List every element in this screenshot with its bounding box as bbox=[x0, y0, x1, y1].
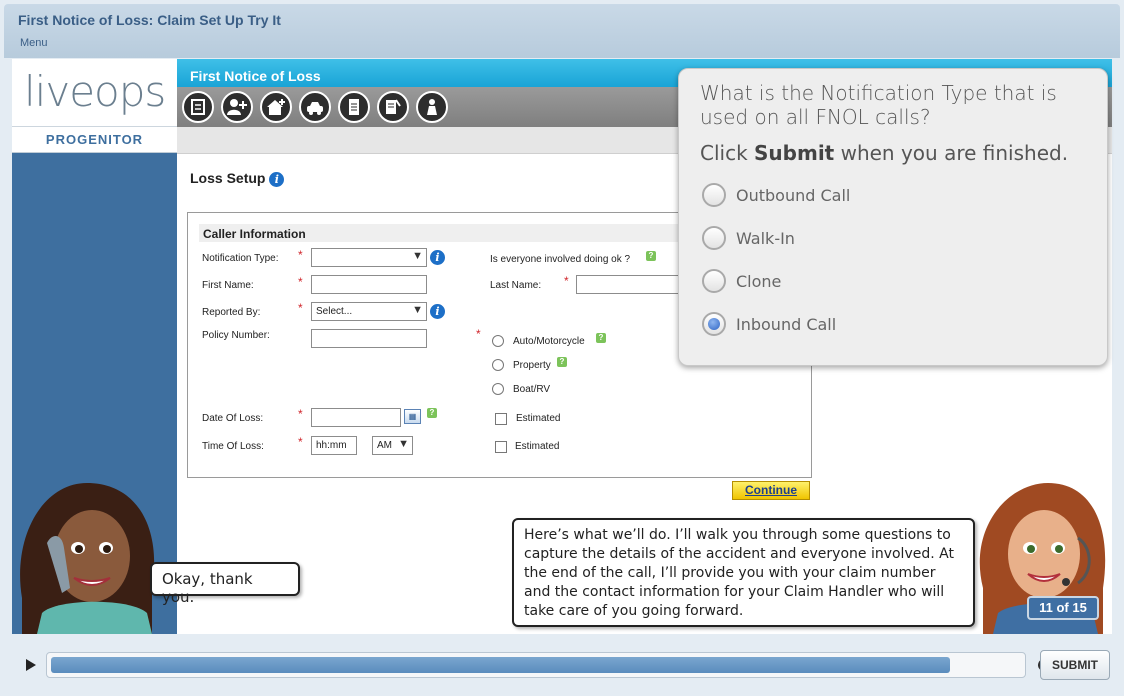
notes-icon[interactable] bbox=[182, 91, 214, 123]
required-marker: * bbox=[298, 435, 303, 449]
calendar-icon[interactable]: ▦ bbox=[404, 409, 421, 424]
edit-document-icon[interactable] bbox=[377, 91, 409, 123]
radio-button[interactable] bbox=[702, 226, 726, 250]
reported-by-value: Select... bbox=[316, 306, 353, 317]
option-clone[interactable]: Clone bbox=[702, 268, 781, 294]
info-icon[interactable]: i bbox=[430, 250, 445, 265]
agent-speech-bubble: Here’s what we’ll do. I’ll walk you thro… bbox=[512, 518, 975, 627]
question-instruction: Click Submit when you are finished. bbox=[700, 141, 1068, 165]
logo-subtitle-box: PROGENITOR bbox=[12, 127, 177, 153]
auto-motorcycle-radio[interactable] bbox=[492, 335, 504, 347]
course-title: First Notice of Loss: Claim Set Up Try I… bbox=[18, 12, 281, 28]
help-icon[interactable]: ? bbox=[646, 251, 656, 261]
policy-number-label: Policy Number: bbox=[202, 330, 270, 341]
estimated-date-checkbox[interactable] bbox=[495, 413, 507, 425]
seek-progress bbox=[51, 657, 950, 673]
chevron-down-icon: ▼ bbox=[412, 250, 423, 262]
instruction-suffix: when you are finished. bbox=[834, 141, 1069, 165]
document-icon[interactable] bbox=[338, 91, 370, 123]
auto-motorcycle-label: Auto/Motorcycle bbox=[513, 336, 585, 347]
option-label: Outbound Call bbox=[736, 185, 851, 205]
time-of-loss-field[interactable]: hh:mm bbox=[311, 436, 357, 455]
estimated-time-checkbox[interactable] bbox=[495, 441, 507, 453]
player-bar: SUBMIT bbox=[4, 640, 1120, 692]
required-marker: * bbox=[298, 275, 303, 289]
radio-button-selected[interactable] bbox=[702, 312, 726, 336]
am-pm-value: AM bbox=[377, 440, 392, 451]
logo-text: liveops bbox=[24, 67, 166, 116]
option-inbound-call[interactable]: Inbound Call bbox=[702, 311, 836, 337]
add-person-icon[interactable] bbox=[221, 91, 253, 123]
estimated-label: Estimated bbox=[516, 413, 561, 424]
required-marker: * bbox=[298, 248, 303, 262]
date-of-loss-field[interactable] bbox=[311, 408, 401, 427]
instruction-bold: Submit bbox=[754, 141, 835, 165]
required-marker: * bbox=[298, 301, 303, 315]
everyone-ok-label: Is everyone involved doing ok ? bbox=[490, 254, 631, 265]
option-walk-in[interactable]: Walk-In bbox=[702, 225, 795, 251]
first-name-field[interactable] bbox=[311, 275, 427, 294]
info-icon[interactable]: i bbox=[269, 171, 285, 187]
question-panel: What is the Notification Type that is us… bbox=[678, 68, 1108, 366]
info-icon[interactable]: i bbox=[430, 304, 445, 319]
menu-link[interactable]: Menu bbox=[20, 37, 48, 49]
add-home-icon[interactable] bbox=[260, 91, 292, 123]
date-of-loss-label: Date Of Loss: bbox=[202, 413, 264, 424]
help-icon[interactable]: ? bbox=[596, 333, 606, 343]
page-title: Loss Setup i bbox=[190, 170, 285, 187]
page-title-text: Loss Setup bbox=[190, 170, 266, 186]
option-label: Walk-In bbox=[736, 228, 795, 248]
play-icon[interactable] bbox=[20, 655, 40, 675]
boat-rv-label: Boat/RV bbox=[513, 384, 551, 395]
required-marker: * bbox=[564, 274, 569, 288]
instruction-prefix: Click bbox=[700, 141, 755, 165]
course-player: First Notice of Loss: Claim Set Up Try I… bbox=[0, 0, 1124, 696]
logo-subtitle: PROGENITOR bbox=[45, 132, 144, 147]
boat-rv-radio[interactable] bbox=[492, 383, 504, 395]
seek-bar[interactable] bbox=[46, 652, 1051, 678]
estimated-label: Estimated bbox=[515, 441, 560, 452]
property-radio[interactable] bbox=[492, 359, 504, 371]
last-name-field[interactable] bbox=[576, 275, 686, 294]
submit-button[interactable]: SUBMIT bbox=[1040, 650, 1110, 680]
help-icon[interactable]: ? bbox=[557, 357, 567, 367]
required-marker: * bbox=[298, 407, 303, 421]
required-marker: * bbox=[476, 327, 481, 341]
logo: liveops bbox=[12, 59, 177, 127]
time-of-loss-label: Time Of Loss: bbox=[202, 441, 264, 452]
policy-number-field[interactable] bbox=[311, 329, 427, 348]
option-outbound-call[interactable]: Outbound Call bbox=[702, 182, 850, 208]
reported-by-label: Reported By: bbox=[202, 307, 261, 318]
reported-by-select[interactable]: Select... ▼ bbox=[311, 302, 427, 321]
notification-type-label: Notification Type: bbox=[202, 253, 279, 264]
section-heading: Caller Information bbox=[199, 224, 679, 242]
continue-button[interactable]: Continue bbox=[732, 481, 810, 500]
chevron-down-icon: ▼ bbox=[398, 438, 409, 450]
question-text: What is the Notification Type that is us… bbox=[700, 81, 1057, 129]
chevron-down-icon: ▼ bbox=[412, 304, 423, 316]
app-title: First Notice of Loss bbox=[190, 68, 321, 84]
radio-button[interactable] bbox=[702, 183, 726, 207]
help-icon[interactable]: ? bbox=[427, 408, 437, 418]
person-icon[interactable] bbox=[416, 91, 448, 123]
notification-type-select[interactable]: ▼ bbox=[311, 248, 427, 267]
am-pm-select[interactable]: AM ▼ bbox=[372, 436, 413, 455]
vehicle-icon[interactable] bbox=[299, 91, 331, 123]
caller-speech-bubble: Okay, thank you. bbox=[150, 562, 300, 606]
property-label: Property bbox=[513, 360, 551, 371]
first-name-label: First Name: bbox=[202, 280, 254, 291]
course-title-bar: First Notice of Loss: Claim Set Up Try I… bbox=[4, 4, 1120, 58]
option-label: Clone bbox=[736, 271, 782, 291]
option-label: Inbound Call bbox=[736, 314, 837, 334]
radio-button[interactable] bbox=[702, 269, 726, 293]
slide-counter: 11 of 15 bbox=[1027, 596, 1099, 620]
last-name-label: Last Name: bbox=[490, 280, 542, 291]
caller-character bbox=[20, 483, 155, 634]
